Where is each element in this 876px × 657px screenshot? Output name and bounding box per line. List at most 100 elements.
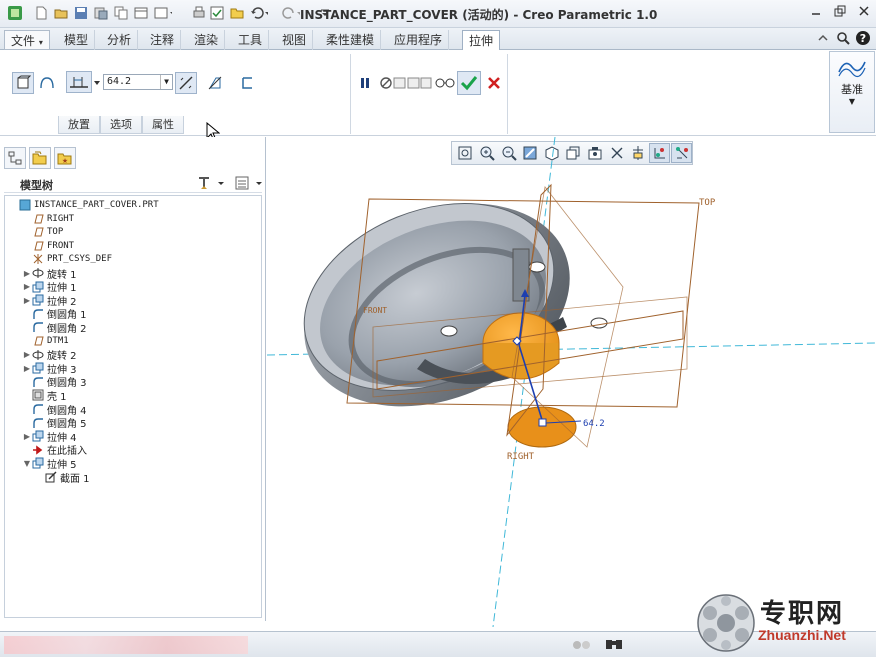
watermark-url-text: Zhuanzhi.Net <box>758 627 846 643</box>
tab-applications[interactable]: 应用程序 <box>388 30 450 50</box>
dropdown-icon[interactable] <box>154 4 172 22</box>
open-icon[interactable] <box>52 4 70 22</box>
windows-icon[interactable] <box>132 4 150 22</box>
tree-item[interactable]: FRONT <box>22 239 74 253</box>
chevron-down-icon[interactable]: ▼ <box>160 75 172 89</box>
model-tree: INSTANCE_PART_COVER.PRT RIGHT TOP FRONT PRT_… <box>4 195 262 618</box>
restore-icon[interactable] <box>832 5 848 21</box>
subtab-options[interactable]: 选项 <box>100 116 142 134</box>
surface-extrude-icon[interactable] <box>36 72 58 94</box>
drag-handle[interactable] <box>538 418 547 427</box>
depth-dropdown-icon[interactable] <box>92 72 102 94</box>
verify-icon[interactable] <box>208 4 226 22</box>
tree-item[interactable]: 壳 1 <box>22 388 67 403</box>
revolve-icon <box>32 267 44 279</box>
tree-settings-icon[interactable] <box>234 175 264 191</box>
tree-item[interactable]: 倒圆角 2 <box>22 320 87 335</box>
model-tree-tab-icon[interactable] <box>4 147 26 169</box>
close-icon[interactable] <box>856 5 872 21</box>
thicken-sketch-icon[interactable] <box>236 72 258 94</box>
tree-item[interactable]: TOP <box>22 225 63 239</box>
model-viewport[interactable]: TOP RIGHT FRONT 64.2 <box>266 136 876 628</box>
datum-group-button[interactable]: 基准 ▼ <box>829 51 875 133</box>
solid-extrude-icon[interactable] <box>12 72 34 94</box>
subtab-properties[interactable]: 属性 <box>142 116 184 134</box>
tree-item[interactable]: 截面 1 <box>35 470 90 485</box>
expand-arrow-icon[interactable]: ▶ <box>22 350 32 359</box>
collapse-ribbon-icon[interactable] <box>814 29 832 47</box>
depth-value-field[interactable]: 64.2 ▼ <box>103 74 173 90</box>
tab-flexible-modeling[interactable]: 柔性建模 <box>320 30 382 50</box>
tree-item[interactable]: ▶ 拉伸 4 <box>22 429 77 444</box>
preview-options-icon[interactable] <box>377 72 433 94</box>
favorites-tab-icon[interactable]: ★ <box>54 147 76 169</box>
confirm-check-icon[interactable] <box>457 71 481 95</box>
new-icon[interactable] <box>32 4 50 22</box>
expand-arrow-icon[interactable]: ▼ <box>22 459 32 468</box>
tree-item[interactable]: DTM1 <box>22 334 69 348</box>
tab-analysis[interactable]: 分析 <box>101 30 139 50</box>
tab-model[interactable]: 模型 <box>58 30 96 50</box>
cancel-x-icon[interactable] <box>483 72 505 94</box>
expand-arrow-icon[interactable]: ▶ <box>22 282 32 291</box>
tree-item[interactable]: PRT_CSYS_DEF <box>22 252 112 266</box>
plane-label-right[interactable]: RIGHT <box>507 452 535 462</box>
regenerate-icon[interactable] <box>92 4 110 22</box>
depth-option-icon[interactable] <box>66 71 92 93</box>
tree-item[interactable]: 倒圆角 3 <box>22 375 87 389</box>
tree-item[interactable]: ▼ 拉伸 5 <box>22 456 77 471</box>
tree-item-label: DTM1 <box>47 336 69 346</box>
folder-browser-tab-icon[interactable] <box>29 147 51 169</box>
tree-item[interactable]: 在此插入 <box>22 443 87 457</box>
tree-item[interactable]: ▶ 拉伸 2 <box>22 293 77 308</box>
depth-dimension-value[interactable]: 64.2 <box>583 419 605 429</box>
tree-item[interactable]: 倒圆角 5 <box>22 416 87 430</box>
title-bar: INSTANCE_PART_COVER (活动的) - Creo Paramet… <box>0 0 876 28</box>
save-icon[interactable] <box>72 4 90 22</box>
tree-item[interactable]: INSTANCE_PART_COVER.PRT <box>9 198 159 212</box>
print-icon[interactable] <box>190 4 208 22</box>
copy-icon[interactable] <box>112 4 130 22</box>
window-title: INSTANCE_PART_COVER (活动的) - Creo Paramet… <box>300 8 658 22</box>
tree-item[interactable]: ▶ 拉伸 3 <box>22 361 77 376</box>
pause-icon[interactable] <box>356 72 374 94</box>
csys-icon <box>32 253 44 265</box>
search-icon[interactable] <box>834 29 852 47</box>
tab-render[interactable]: 渲染 <box>188 30 226 50</box>
watermark-cn-text: 专职网 <box>760 599 845 629</box>
tab-annotate[interactable]: 注释 <box>144 30 182 50</box>
tree-item[interactable]: ▶ 旋转 2 <box>22 348 77 362</box>
tree-item[interactable]: ▶ 旋转 1 <box>22 266 77 281</box>
expand-arrow-icon[interactable]: ▶ <box>22 432 32 441</box>
undo-icon[interactable] <box>250 4 268 22</box>
plane-label-front[interactable]: FRONT <box>363 306 387 315</box>
tree-item[interactable]: 倒圆角 4 <box>22 402 87 417</box>
extrude-icon <box>32 430 44 442</box>
plane-label-top[interactable]: TOP <box>699 198 716 208</box>
expand-arrow-icon[interactable]: ▶ <box>22 296 32 305</box>
folder-icon[interactable] <box>228 4 246 22</box>
minimize-icon[interactable] <box>808 5 824 21</box>
binoculars-icon[interactable] <box>604 636 626 654</box>
help-icon[interactable]: ? <box>854 29 872 47</box>
graphics-window[interactable]: TOP RIGHT FRONT 64.2 <box>266 136 876 628</box>
glasses-icon[interactable] <box>434 72 456 94</box>
tab-tools[interactable]: 工具 <box>232 30 270 50</box>
tree-filter-tools-icon[interactable] <box>196 175 226 191</box>
expand-arrow-icon[interactable]: ▶ <box>22 364 32 373</box>
flip-direction-icon[interactable] <box>175 72 197 94</box>
tree-item[interactable]: ▶ 拉伸 1 <box>22 280 77 294</box>
remove-material-icon[interactable] <box>204 72 226 94</box>
message-area <box>4 636 248 654</box>
tab-file[interactable]: 文件 ▾ <box>4 30 50 50</box>
tab-view[interactable]: 视图 <box>276 30 314 50</box>
tree-item[interactable]: 倒圆角 1 <box>22 307 87 321</box>
redo-icon[interactable] <box>282 4 300 22</box>
tree-item-label: FRONT <box>47 240 75 251</box>
subtab-placement[interactable]: 放置 <box>58 116 100 134</box>
app-logo-icon[interactable] <box>6 4 24 22</box>
expand-arrow-icon[interactable]: ▶ <box>22 269 32 278</box>
datum-curve-icon <box>838 61 866 78</box>
tab-extrude[interactable]: 拉伸 <box>462 30 501 51</box>
tree-item[interactable]: RIGHT <box>22 212 74 226</box>
